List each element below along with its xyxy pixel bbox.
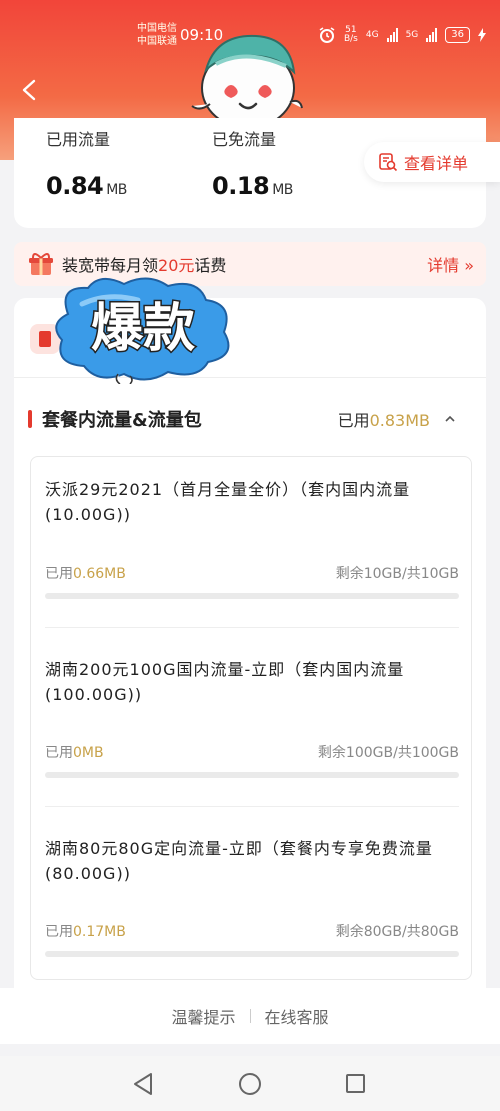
charging-icon	[478, 28, 486, 42]
package-name: 沃派29元2021（首月全量全价）（套内国内流量(10.00G))	[45, 480, 411, 524]
package-remaining: 剩余80GB/共80GB	[335, 924, 459, 940]
list-search-icon	[379, 153, 398, 172]
usage-summary-card: 已用流量 0.84 MB 已免流量 0.18 MB 查看详单	[14, 118, 500, 228]
footer-divider	[249, 1009, 251, 1023]
section-title: 套餐内流量&流量包	[42, 410, 202, 431]
footer-links: 温馨提示 在线客服	[0, 988, 500, 1044]
back-icon[interactable]	[18, 78, 42, 102]
package-used-value: 0.66MB	[73, 566, 126, 582]
free-traffic-unit: MB	[272, 182, 293, 198]
package-divider	[45, 627, 459, 628]
section-used-label: 已用	[337, 411, 370, 430]
net-speed-unit: B/s	[343, 34, 358, 44]
promo-details-link[interactable]: 详情 »	[427, 252, 474, 276]
package-stats: 已用0.17MB 剩余80GB/共80GB	[45, 921, 459, 941]
used-traffic-unit: MB	[106, 182, 127, 198]
package-name: 湖南200元100G国内流量-立即（套内国内流量(100.00G))	[45, 660, 405, 704]
promo-text-after: 话费	[194, 256, 227, 275]
package-item: 湖南80元80G定向流量-立即（套餐内专享免费流量(80.00G))	[45, 836, 459, 886]
hot-item-sticker-text: 爆款	[91, 299, 195, 359]
package-used-value: 0MB	[73, 745, 104, 761]
package-progress-bar	[45, 593, 459, 599]
package-stats: 已用0.66MB 剩余10GB/共10GB	[45, 563, 459, 583]
battery-indicator: 36	[445, 27, 470, 43]
tips-link[interactable]: 温馨提示	[171, 1004, 235, 1028]
package-remaining: 剩余10GB/共10GB	[335, 566, 459, 582]
package-divider	[45, 806, 459, 807]
system-nav-bar	[0, 1056, 500, 1111]
signal-icon	[386, 28, 398, 42]
carrier-1: 中国电信	[137, 23, 177, 34]
package-name: 湖南80元80G定向流量-立即（套餐内专享免费流量(80.00G))	[45, 839, 433, 883]
used-traffic-label: 已用流量	[46, 130, 111, 149]
free-traffic: 已免流量 0.18 MB	[212, 126, 293, 200]
mascot-sticker	[191, 34, 303, 129]
free-traffic-value: 0.18 MB	[212, 172, 293, 200]
used-traffic-value: 0.84 MB	[46, 172, 127, 200]
promo-text-before: 装宽带每月领	[62, 256, 159, 275]
package-item: 沃派29元2021（首月全量全价）（套内国内流量(10.00G))	[45, 477, 459, 527]
hot-item-sticker: 爆款	[55, 277, 230, 384]
online-service-link[interactable]: 在线客服	[265, 1004, 329, 1028]
package-used-label: 已用	[45, 566, 73, 582]
chevron-up-icon[interactable]	[444, 415, 456, 423]
status-icons: 51 B/s 4G 5G 36	[318, 26, 486, 44]
view-details-label: 查看详单	[404, 154, 469, 173]
package-remaining: 剩余100GB/共100GB	[317, 745, 459, 761]
package-card: 爆款 套餐内流量&流量包 已用0.83MB 沃派29元2021（首月全量全价）（…	[14, 277, 486, 988]
package-list: 沃派29元2021（首月全量全价）（套内国内流量(10.00G)) 已用0.66…	[30, 456, 472, 980]
alarm-icon	[319, 27, 335, 43]
section-used-value: 0.83MB	[369, 411, 430, 430]
free-traffic-label: 已免流量	[212, 130, 277, 149]
package-used-label: 已用	[45, 745, 73, 761]
package-progress-bar	[45, 951, 459, 957]
nav-home-icon[interactable]	[239, 1073, 261, 1095]
net-type-2: 5G	[405, 30, 419, 40]
carrier-2: 中国联通	[137, 36, 177, 47]
package-progress-bar	[45, 772, 459, 778]
used-traffic: 已用流量 0.84 MB	[46, 126, 127, 200]
free-traffic-number: 0.18	[212, 172, 270, 200]
net-type: 4G	[365, 30, 379, 40]
package-stats: 已用0MB 剩余100GB/共100GB	[45, 742, 459, 762]
nav-back-icon[interactable]	[132, 1072, 154, 1096]
used-traffic-number: 0.84	[46, 172, 104, 200]
package-item: 湖南200元100G国内流量-立即（套内国内流量(100.00G))	[45, 657, 459, 707]
section-header[interactable]: 套餐内流量&流量包 已用0.83MB	[14, 402, 486, 436]
promo-text: 装宽带每月领20元话费	[62, 252, 226, 276]
section-accent-bar	[28, 410, 32, 428]
nav-recent-apps-icon[interactable]	[346, 1074, 365, 1093]
net-speed: 51 B/s	[344, 26, 358, 44]
package-used-label: 已用	[45, 924, 73, 940]
package-used-value: 0.17MB	[73, 924, 126, 940]
carrier-info: 中国电信 中国联通	[137, 22, 177, 48]
section-used: 已用0.83MB	[338, 407, 430, 431]
view-details-button[interactable]: 查看详单	[364, 142, 500, 182]
signal-icon-2	[426, 28, 438, 42]
promo-highlight: 20元	[158, 256, 195, 275]
